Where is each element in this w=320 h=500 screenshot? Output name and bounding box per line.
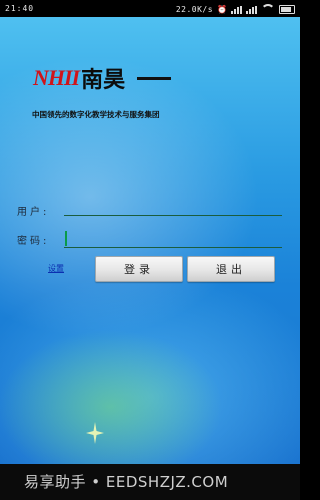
username-input[interactable]: [64, 200, 282, 214]
password-input[interactable]: [64, 231, 282, 245]
status-bar: 21:40 22.0K/s ⏰: [0, 0, 300, 17]
status-icons: 22.0K/s ⏰: [176, 4, 295, 15]
logo-divider: [137, 76, 172, 80]
signal-icon: [231, 5, 242, 14]
sparkle-decoration: [86, 422, 104, 444]
status-time: 21:40: [5, 4, 35, 13]
password-label: 密码:: [17, 236, 50, 247]
password-underline: [64, 247, 282, 248]
login-screen: NHII 南昊 中国领先的数字化教学技术与服务集团 用户: 密码: 设置 登录 …: [0, 17, 300, 464]
network-speed: 22.0K/s: [175, 5, 214, 14]
login-button[interactable]: 登录: [95, 256, 183, 282]
watermark-bar: 易享助手 • EEDSHZJZ.COM: [0, 464, 300, 500]
signal-icon-2: [246, 5, 257, 14]
exit-button[interactable]: 退出: [187, 256, 275, 282]
settings-link[interactable]: 设置: [48, 263, 64, 274]
slogan: 中国领先的数字化教学技术与服务集团: [32, 110, 160, 119]
wifi-icon: [261, 4, 275, 15]
watermark-text: 易享助手 • EEDSHZJZ.COM: [24, 473, 229, 491]
brand-logo: NHII 南昊: [33, 62, 172, 94]
username-underline: [64, 215, 282, 216]
alarm-icon: ⏰: [217, 5, 227, 14]
battery-icon: [279, 5, 295, 14]
logo-mark: NHII: [33, 65, 80, 90]
logo-name: 南昊: [81, 68, 126, 93]
text-cursor: [65, 231, 67, 246]
username-label: 用户:: [17, 207, 50, 218]
